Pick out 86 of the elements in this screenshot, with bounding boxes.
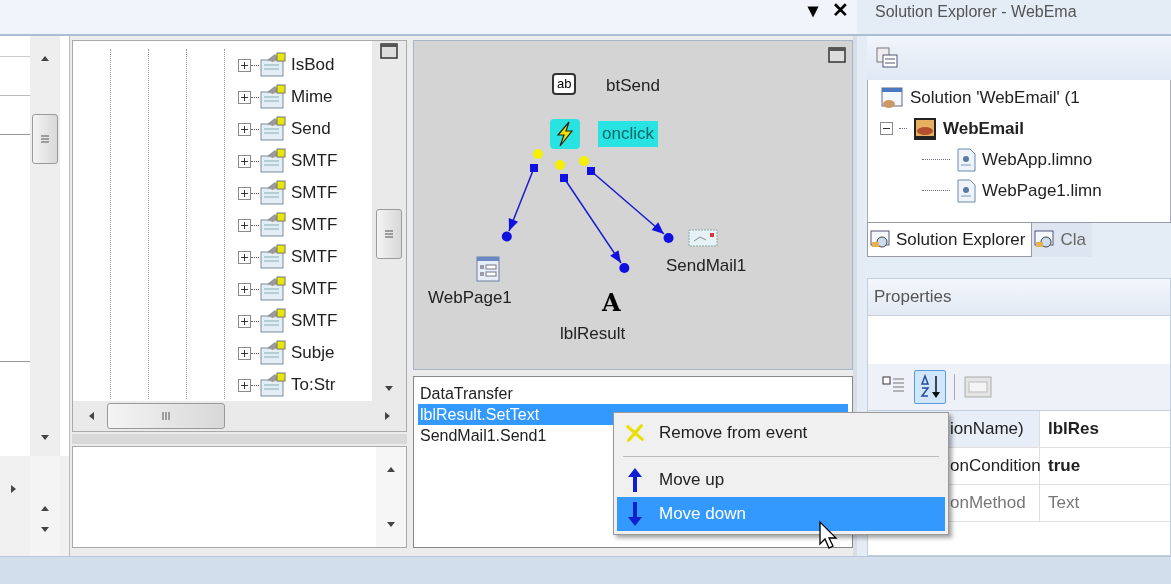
property-icon xyxy=(259,84,287,110)
expand-icon[interactable] xyxy=(238,314,251,328)
event-label[interactable]: onclick xyxy=(598,121,658,147)
tree-item[interactable]: SMTF xyxy=(291,276,338,302)
tree-item[interactable]: SMTF xyxy=(291,212,338,238)
expand-icon[interactable] xyxy=(238,186,251,200)
grip-icon xyxy=(40,134,50,144)
property-icon xyxy=(259,148,287,174)
tree-item[interactable]: WebApp.limno xyxy=(982,146,1093,173)
button-control-icon: ab xyxy=(552,73,577,95)
tree-item[interactable]: Solution 'WebEmail' (1 xyxy=(910,84,1080,111)
node-label: SendMail1 xyxy=(666,255,747,277)
property-icon xyxy=(259,276,287,302)
expand-arrow[interactable] xyxy=(8,484,18,494)
scroll-thumb[interactable] xyxy=(376,209,403,259)
tree-item[interactable]: WebEmail xyxy=(943,115,1024,142)
property-value: lblRes xyxy=(1047,418,1101,441)
expand-icon[interactable] xyxy=(238,282,251,296)
property-icon xyxy=(259,372,287,398)
scroll-down-arrow[interactable] xyxy=(386,519,396,529)
expand-icon[interactable] xyxy=(880,122,893,135)
tree-item[interactable]: IsBod xyxy=(291,52,335,78)
property-icon xyxy=(259,116,287,142)
panel-tab[interactable]: Cla xyxy=(1032,223,1092,257)
label-control-icon: A xyxy=(602,288,621,317)
scroll-up-arrow[interactable] xyxy=(386,465,396,475)
panel-tab[interactable]: Solution Explorer xyxy=(867,223,1033,257)
solution-icon xyxy=(880,85,904,110)
property-icon xyxy=(259,212,287,238)
tree-item[interactable]: SMTF xyxy=(291,180,338,206)
scroll-right-arrow[interactable] xyxy=(382,411,392,421)
down-arrow-icon xyxy=(627,501,643,527)
tree-item[interactable]: Subje xyxy=(291,340,335,366)
up-arrow-icon xyxy=(627,467,643,493)
grip-icon xyxy=(384,229,395,239)
node-label: WebPage1 xyxy=(428,287,512,309)
expand-icon[interactable] xyxy=(238,218,251,232)
tree-item[interactable]: SMTF xyxy=(291,308,338,334)
expand-icon[interactable] xyxy=(238,346,251,360)
expand-icon[interactable] xyxy=(238,90,251,104)
node-label: lblResult xyxy=(560,323,626,345)
scroll-down-arrow[interactable] xyxy=(40,432,50,442)
scroll-down-arrow[interactable] xyxy=(384,383,395,393)
tree-item[interactable]: Mime xyxy=(291,84,333,110)
expand-icon[interactable] xyxy=(238,250,251,264)
scroll-thumb[interactable] xyxy=(107,403,225,429)
panel-title: Properties xyxy=(874,286,952,309)
pane-button[interactable]: ▾ xyxy=(808,0,818,20)
scroll-up-arrow[interactable] xyxy=(40,504,50,514)
panel-title: Solution Explorer - WebEma xyxy=(875,3,1077,20)
properties-icon[interactable] xyxy=(875,46,899,70)
property-value: Text xyxy=(1047,492,1081,515)
restore-icon[interactable] xyxy=(380,43,399,59)
sort-alphabetical-button[interactable] xyxy=(914,370,946,404)
file-icon xyxy=(956,147,976,172)
file-icon xyxy=(956,178,976,203)
expand-icon[interactable] xyxy=(238,122,251,136)
scroll-down-arrow[interactable] xyxy=(40,524,50,534)
tree-item[interactable]: SMTF xyxy=(291,148,338,174)
project-icon xyxy=(913,116,937,141)
node-label: btSend xyxy=(606,75,660,97)
list-item[interactable]: DataTransfer xyxy=(418,383,848,404)
lightning-icon xyxy=(550,119,580,149)
scroll-thumb[interactable] xyxy=(32,114,58,164)
property-icon xyxy=(259,340,287,366)
sort-icon xyxy=(918,374,942,400)
tree-item[interactable]: Send xyxy=(291,116,331,142)
property-icon xyxy=(259,308,287,334)
property-icon xyxy=(259,244,287,270)
tree-item[interactable]: SMTF xyxy=(291,244,338,270)
property-icon xyxy=(259,180,287,206)
property-value: true xyxy=(1047,455,1082,478)
tree-item[interactable]: To:Str xyxy=(291,372,336,398)
restore-icon[interactable] xyxy=(828,47,846,63)
envelope-icon xyxy=(688,229,718,247)
expand-icon[interactable] xyxy=(238,154,251,168)
property-icon xyxy=(259,52,287,78)
scroll-left-arrow[interactable] xyxy=(87,411,97,421)
grip-icon xyxy=(161,411,171,421)
expand-icon[interactable] xyxy=(238,58,251,72)
expand-icon[interactable] xyxy=(238,378,251,392)
form-icon xyxy=(476,256,500,282)
pane-button[interactable]: ✕ xyxy=(832,0,849,20)
scroll-up-arrow[interactable] xyxy=(40,54,50,64)
tree-item[interactable]: WebPage1.limn xyxy=(982,177,1102,204)
cross-icon xyxy=(625,422,645,444)
